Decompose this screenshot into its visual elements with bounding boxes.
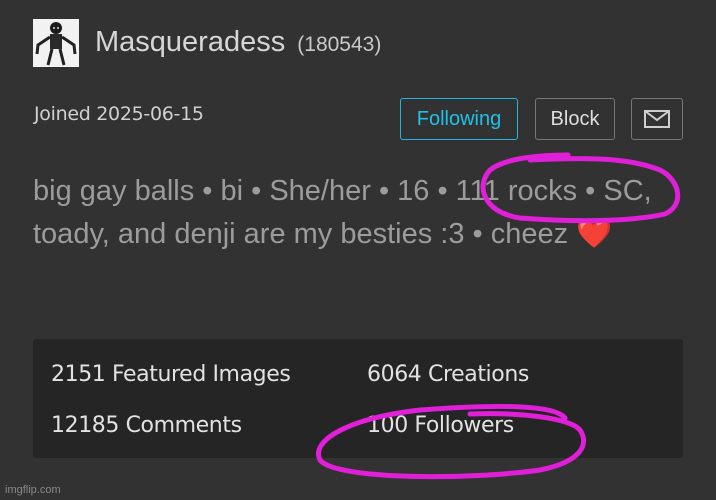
username-text: Masqueradess: [95, 26, 286, 58]
bio-text: big gay balls • bi • She/her • 16 • 111 …: [33, 170, 693, 256]
following-button[interactable]: Following: [400, 98, 518, 140]
stat-followers[interactable]: 100 Followers: [367, 413, 514, 438]
watermark: imgflip.com: [5, 484, 61, 496]
block-button[interactable]: Block: [535, 98, 615, 140]
envelope-icon: [644, 110, 670, 128]
heart-emoji: ❤️: [576, 218, 613, 250]
avatar[interactable]: [33, 19, 79, 67]
user-id: (180543): [297, 33, 382, 56]
stat-featured-images[interactable]: 2151 Featured Images: [51, 362, 291, 387]
stat-creations[interactable]: 6064 Creations: [367, 362, 529, 387]
message-button[interactable]: [631, 98, 683, 140]
stats-panel: 2151 Featured Images 6064 Creations 1218…: [33, 339, 683, 458]
profile-username: Masqueradess (180543): [95, 26, 381, 59]
bio-body: big gay balls • bi • She/her • 16 • 111 …: [33, 175, 652, 250]
joined-date: Joined 2025-06-15: [34, 103, 204, 125]
stat-comments[interactable]: 12185 Comments: [51, 413, 242, 438]
animatronic-character-icon: [33, 19, 79, 67]
